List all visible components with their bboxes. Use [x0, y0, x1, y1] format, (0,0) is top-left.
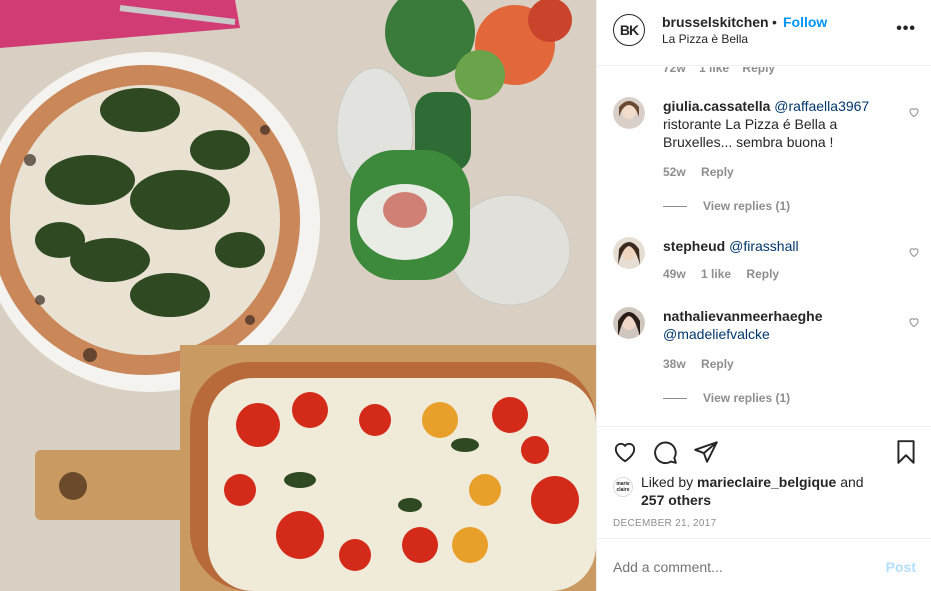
comment-body: stepheud @firasshall: [663, 237, 898, 255]
cut-off-comment-meta: 72w 1 like Reply: [663, 67, 785, 75]
reply-button[interactable]: Reply: [701, 357, 734, 371]
post-header: BK brusselskitchen • Follow La Pizza è B…: [597, 0, 931, 66]
reply-button[interactable]: Reply: [701, 165, 734, 179]
post-comment-button[interactable]: Post: [886, 559, 916, 575]
comment-username[interactable]: giulia.cassatella: [663, 98, 770, 114]
replies-divider: [663, 398, 687, 400]
comment-meta: 49w 1 like Reply: [663, 267, 791, 281]
avatar[interactable]: [613, 237, 645, 269]
post-location[interactable]: La Pizza è Bella: [662, 32, 748, 46]
avatar[interactable]: [613, 307, 645, 339]
liker-avatar[interactable]: marie claire: [613, 477, 633, 497]
comment-body: nathalievanmeerhaeghe @madeliefvalcke: [663, 307, 898, 343]
view-replies-label: View replies (1): [703, 199, 791, 213]
post-actions: marie claire Liked by marieclaire_belgiq…: [597, 426, 931, 538]
comment-mention[interactable]: @raffaella3967: [774, 98, 869, 114]
comment-time: 49w: [663, 267, 686, 281]
comment-text: ristorante La Pizza é Bella a Bruxelles.…: [663, 116, 838, 150]
comment-username[interactable]: stepheud: [663, 238, 725, 254]
small-heart-icon[interactable]: [908, 316, 920, 328]
comment-mention[interactable]: @firasshall: [729, 238, 798, 254]
comment-time: 52w: [663, 165, 686, 179]
comment-username[interactable]: nathalievanmeerhaeghe: [663, 308, 823, 324]
post-details-panel: BK brusselskitchen • Follow La Pizza è B…: [596, 0, 931, 591]
comment-likes[interactable]: 1 like: [701, 267, 731, 281]
small-heart-icon[interactable]: [908, 246, 920, 258]
bookmark-icon[interactable]: [893, 439, 919, 465]
header-separator: •: [772, 14, 777, 30]
liked-by-user[interactable]: marieclaire_belgique: [697, 474, 836, 490]
liked-by-others[interactable]: 257 others: [641, 492, 711, 508]
view-replies-button[interactable]: View replies (1): [663, 199, 790, 213]
comment-meta: 52w Reply: [663, 165, 746, 179]
liker-avatar-text: marie claire: [616, 481, 630, 493]
comments-list[interactable]: 72w 1 like Reply giulia.cassatella @raff…: [597, 67, 931, 425]
view-replies-label: View replies (1): [703, 391, 791, 405]
liked-by-prefix: Liked by: [641, 474, 694, 490]
comment-body: giulia.cassatella @raffaella3967 ristora…: [663, 97, 898, 151]
comment-input[interactable]: [613, 559, 853, 575]
avatar[interactable]: [613, 97, 645, 129]
comment-likes[interactable]: 1 like: [699, 67, 729, 75]
post-date[interactable]: DECEMBER 21, 2017: [613, 518, 716, 529]
paper-plane-icon[interactable]: [693, 439, 719, 465]
small-heart-icon[interactable]: [908, 106, 920, 118]
liked-by-joiner: and: [840, 474, 864, 490]
ellipsis-icon[interactable]: •••: [896, 20, 916, 38]
account-username[interactable]: brusselskitchen: [662, 14, 769, 30]
reply-button[interactable]: Reply: [746, 267, 779, 281]
view-replies-button[interactable]: View replies (1): [663, 391, 790, 405]
comment-mention[interactable]: @madeliefvalcke: [663, 326, 770, 342]
comment-time: 72w: [663, 67, 686, 75]
liked-by-text: Liked by marieclaire_belgique and 257 ot…: [641, 473, 901, 509]
follow-button[interactable]: Follow: [783, 14, 827, 30]
pizza-photo-illustration: [0, 0, 596, 591]
comment-meta: 38w Reply: [663, 357, 746, 371]
replies-divider: [663, 206, 687, 208]
speech-bubble-icon[interactable]: [652, 439, 678, 465]
reply-button[interactable]: Reply: [742, 67, 775, 75]
add-comment-bar: Post: [597, 538, 931, 591]
account-avatar[interactable]: BK: [613, 14, 645, 46]
heart-outline-icon[interactable]: [612, 439, 638, 465]
comment-time: 38w: [663, 357, 686, 371]
account-avatar-text: BK: [619, 22, 639, 38]
post-photo[interactable]: [0, 0, 596, 591]
